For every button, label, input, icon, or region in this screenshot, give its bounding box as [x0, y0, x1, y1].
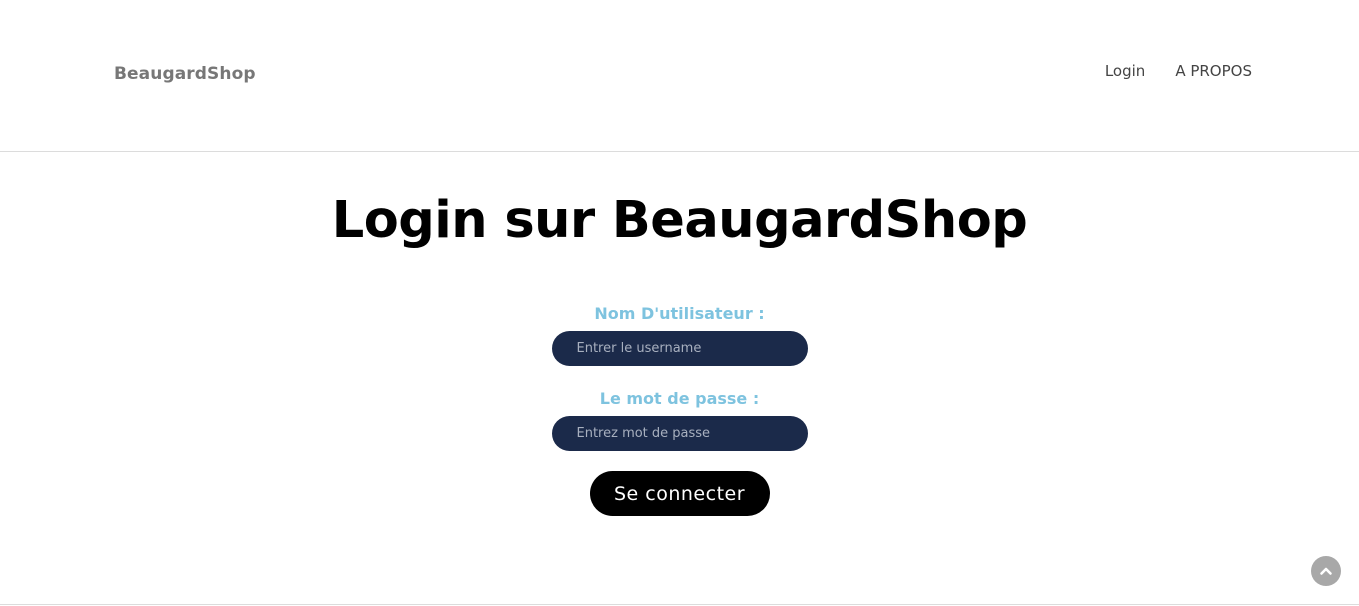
password-input[interactable]	[551, 416, 808, 451]
username-label: Nom D'utilisateur :	[594, 304, 765, 323]
page-title: Login sur BeaugardShop	[331, 191, 1028, 250]
scroll-to-top-button[interactable]	[1311, 556, 1341, 586]
nav-link-a-propos[interactable]: A PROPOS	[1175, 62, 1252, 80]
login-form: Nom D'utilisateur : Le mot de passe : Se…	[0, 303, 1359, 516]
nav-link-login[interactable]: Login	[1105, 62, 1145, 80]
username-input[interactable]	[551, 331, 808, 366]
chevron-up-icon	[1320, 567, 1332, 575]
login-submit-button[interactable]: Se connecter	[589, 471, 770, 516]
main-nav: Login A PROPOS	[1105, 62, 1252, 80]
password-label: Le mot de passe :	[599, 389, 760, 408]
main-content: Login sur BeaugardShop Nom D'utilisateur…	[0, 153, 1359, 604]
site-header: BeaugardShop Login A PROPOS	[0, 0, 1359, 152]
footer-divider	[0, 604, 1359, 605]
brand-logo-link[interactable]: BeaugardShop	[114, 64, 256, 84]
